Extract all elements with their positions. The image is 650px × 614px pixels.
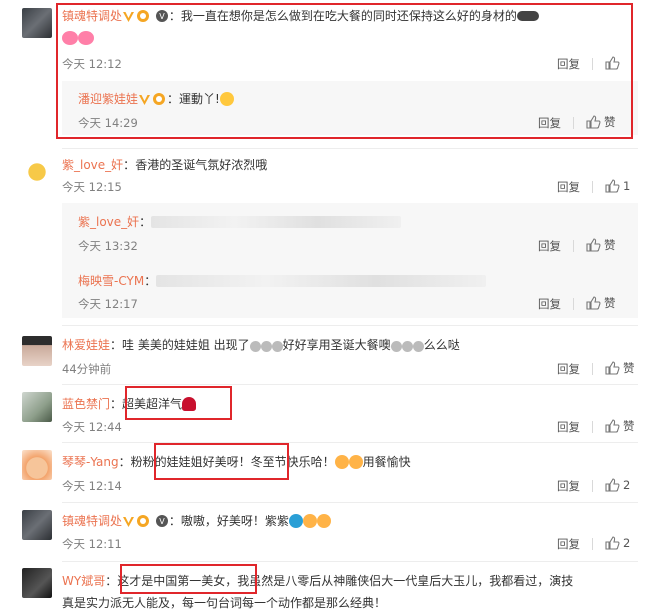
reply-button[interactable]: 回复: [557, 180, 580, 194]
thumbs-up-icon: [605, 361, 620, 375]
divider: [62, 561, 638, 562]
separator: [573, 240, 574, 252]
comment-text: 嗷嗷，好美呀！紫紫: [180, 514, 289, 528]
divider: [62, 502, 638, 503]
like-button[interactable]: 1: [604, 178, 630, 194]
timestamp: 今天 12:44: [62, 420, 122, 434]
timestamp: 今天 12:15: [62, 180, 122, 194]
thumbs-up-icon: [605, 179, 620, 193]
like-count: 2: [623, 478, 631, 492]
username[interactable]: 梅映雪-CYM: [78, 274, 144, 288]
face-emoji-icon: [260, 341, 272, 352]
member-badge-icon: [135, 514, 151, 532]
highlight-box: [56, 3, 633, 139]
timestamp: 今天 12:17: [78, 297, 138, 311]
comment-text: ，我虽然是八零后从神雕侠侣大一代皇后大玉儿，我都看过，演技: [225, 574, 574, 588]
comment-text: 用餐愉快: [362, 455, 411, 469]
like-button[interactable]: 2: [604, 535, 630, 551]
like-count: 1: [623, 179, 631, 193]
thumbs-up-icon: [605, 478, 620, 492]
highlight-box: [125, 386, 232, 420]
like-label: 赞: [623, 361, 635, 375]
username[interactable]: 林爱娃娃: [62, 338, 110, 352]
comment-line: 真是实力派无人能及，每一句台词每一个动作都是那么经典！: [62, 595, 386, 611]
username[interactable]: 镇魂特调处: [62, 514, 122, 528]
blush-emoji-icon: [302, 514, 317, 528]
avatar[interactable]: [22, 450, 52, 480]
highlight-box: [120, 564, 257, 594]
timestamp: 今天 13:32: [78, 239, 138, 253]
blush-emoji-icon: [348, 455, 363, 469]
comment-text: 香港的圣诞气氛好浓烈哦: [135, 158, 268, 172]
avatar[interactable]: [22, 392, 52, 422]
separator: [592, 480, 593, 492]
face-emoji-icon: [401, 341, 413, 352]
reply-button[interactable]: 回复: [538, 297, 561, 311]
like-button[interactable]: 赞: [585, 237, 616, 253]
divider: [62, 148, 638, 149]
thumbs-up-icon: [586, 296, 601, 310]
blurred-text: [151, 216, 402, 228]
reply-button[interactable]: 回复: [557, 420, 580, 434]
avatar[interactable]: [22, 8, 52, 38]
username[interactable]: 蓝色禁门: [62, 397, 110, 411]
separator: [592, 181, 593, 193]
like-count: 2: [623, 536, 631, 550]
username[interactable]: 紫_love_奸: [62, 158, 123, 172]
svg-text:V: V: [159, 517, 165, 526]
avatar[interactable]: [22, 510, 52, 540]
comment-text: 真是实力派无人能及，每一句台词每一个动作都是那么经典！: [62, 596, 387, 610]
separator: [573, 298, 574, 310]
reply-button[interactable]: 回复: [557, 362, 580, 376]
reply-button[interactable]: 回复: [557, 479, 580, 493]
like-button[interactable]: 2: [604, 477, 630, 493]
verified-v-icon: [122, 515, 135, 532]
timestamp: 44分钟前: [62, 362, 112, 376]
like-label: 赞: [623, 419, 635, 433]
face-emoji-icon: [249, 341, 261, 352]
like-button[interactable]: 赞: [604, 360, 635, 376]
face-emoji-icon: [412, 341, 424, 352]
blush-emoji-icon: [316, 514, 331, 528]
like-label: 赞: [604, 238, 616, 252]
highlight-box: [154, 443, 289, 480]
thumbs-up-icon: [605, 536, 620, 550]
avatar[interactable]: [22, 336, 52, 366]
blush-emoji-icon: [334, 455, 349, 469]
username[interactable]: 琴琴-Yang: [62, 455, 119, 469]
vip-icon: V: [155, 514, 169, 532]
comment-text: 么么哒: [423, 338, 460, 352]
thumbs-up-icon: [605, 419, 620, 433]
comment-line: 林爱娃娃：哇 美美的娃娃姐 出现了 好好享用圣诞大餐噢 么么哒: [62, 338, 460, 352]
username[interactable]: 紫_love_奸: [78, 215, 139, 229]
separator: [592, 421, 593, 433]
avatar[interactable]: [22, 157, 52, 187]
avatar[interactable]: [22, 568, 52, 598]
username[interactable]: WY斌哥: [62, 574, 105, 588]
divider: [62, 442, 638, 443]
doraemon-emoji-icon: [288, 514, 303, 528]
like-label: 赞: [604, 296, 616, 310]
reply-line: 紫_love_奸：: [78, 214, 402, 230]
separator: [592, 363, 593, 375]
divider: [62, 384, 638, 385]
reply-button[interactable]: 回复: [538, 239, 561, 253]
thumbs-up-icon: [586, 238, 601, 252]
face-emoji-icon: [271, 341, 283, 352]
comment-line: 镇魂特调处 V ：嗷嗷，好美呀！紫紫: [62, 513, 331, 532]
timestamp: 今天 12:11: [62, 537, 122, 551]
comment-text: 好好享用圣诞大餐噢: [282, 338, 391, 352]
timestamp: 今天 12:14: [62, 479, 122, 493]
reply-button[interactable]: 回复: [557, 537, 580, 551]
divider: [62, 325, 638, 326]
like-button[interactable]: 赞: [604, 418, 635, 434]
face-emoji-icon: [390, 341, 402, 352]
comment-text: 哇 美美的娃娃姐 出现了: [122, 338, 250, 352]
reply-line: 梅映雪-CYM：: [78, 273, 487, 289]
comment-line: 紫_love_奸：香港的圣诞气氛好浓烈哦: [62, 158, 268, 172]
like-button[interactable]: 赞: [585, 295, 616, 311]
separator: [592, 538, 593, 550]
blurred-text: [156, 275, 487, 287]
